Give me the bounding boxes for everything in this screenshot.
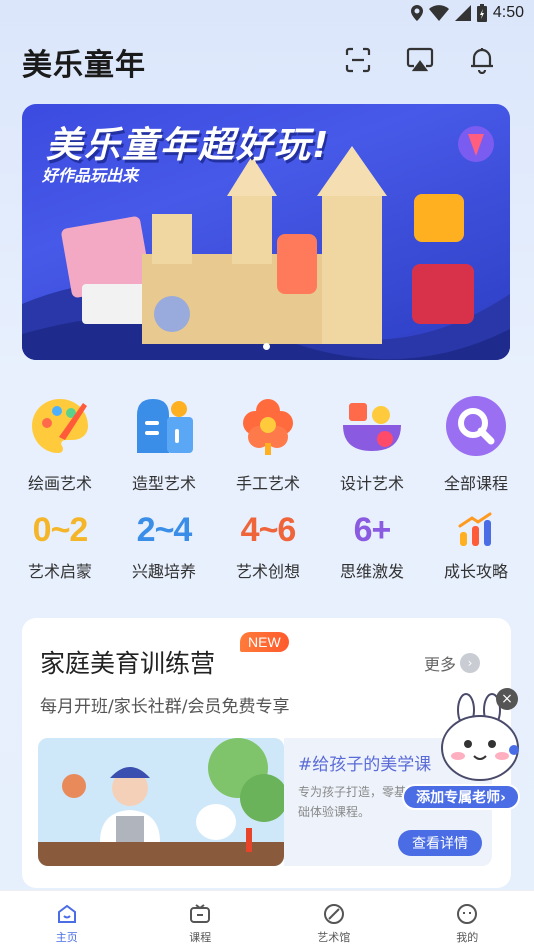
banner-pagination	[22, 343, 510, 350]
card-subtitle: 每月开班/家长社群/会员免费专享	[40, 697, 290, 717]
promo-banner[interactable]: 美乐童年超好玩! 好作品玩出来	[22, 104, 510, 360]
close-float-button[interactable]: ×	[496, 688, 518, 710]
category-label: 设计艺术	[339, 474, 404, 493]
top-bar: 美乐童年	[0, 34, 534, 86]
add-teacher-button[interactable]: 添加专属老师›	[402, 784, 520, 810]
chevron-right-icon: ›	[460, 653, 481, 673]
search-icon	[446, 396, 506, 456]
category-label: 造型艺术	[131, 474, 196, 493]
age-range: 6+	[353, 510, 392, 549]
tv-icon	[190, 904, 211, 923]
growth-chart-icon	[458, 512, 492, 546]
banner-subtitle: 好作品玩出来	[42, 166, 139, 185]
tab-label: 艺术馆	[317, 931, 351, 944]
view-details-button[interactable]: 查看详情	[398, 830, 482, 856]
tab-label: 主页	[55, 931, 78, 944]
growth-guide[interactable]: 成长攻略	[426, 508, 526, 582]
tab-profile[interactable]: 我的	[417, 891, 517, 950]
tab-home[interactable]: 主页	[17, 891, 117, 950]
tab-label: 我的	[456, 931, 479, 944]
category-label: 全部课程	[443, 474, 508, 493]
age-range: 0~2	[32, 510, 89, 549]
scan-button[interactable]	[340, 42, 376, 78]
age-group-0-2[interactable]: 0~2 艺术启蒙	[10, 508, 110, 582]
status-bar: 4:50	[0, 0, 534, 30]
age-label: 艺术启蒙	[27, 562, 92, 581]
pagination-dot-active	[262, 343, 270, 350]
location-icon	[410, 5, 423, 21]
age-range: 2~4	[136, 510, 193, 549]
banner-title: 美乐童年超好玩!	[46, 125, 331, 166]
growth-chart-icon-wrap	[456, 508, 496, 552]
flower-icon	[243, 399, 293, 455]
status-icons: 4:50	[410, 4, 524, 22]
app-title: 美乐童年	[22, 48, 146, 83]
palette-icon	[32, 399, 88, 453]
home-icon	[57, 904, 76, 923]
more-label: 更多	[424, 655, 457, 674]
category-label: 绘画艺术	[27, 474, 92, 493]
building-icon	[137, 399, 193, 453]
age-label: 成长攻略	[443, 562, 508, 581]
age-row: 0~2 艺术启蒙 2~4 兴趣培养 4~6 艺术创想 6+ 思维激发 成长攻略	[10, 494, 526, 582]
category-grid: 绘画艺术 造型艺术 手工艺术 设计艺术 全部课程 0~2 艺术启蒙 2~4 兴趣…	[10, 394, 526, 582]
leaf-icon	[323, 904, 344, 924]
age-range: 4~6	[240, 510, 297, 549]
bell-icon	[471, 48, 493, 74]
category-row: 绘画艺术 造型艺术 手工艺术 设计艺术 全部课程	[10, 394, 526, 494]
scan-icon	[345, 47, 371, 73]
bowl-icon	[343, 403, 401, 451]
tab-courses[interactable]: 课程	[150, 891, 250, 950]
age-group-6-plus[interactable]: 6+ 思维激发	[322, 508, 422, 582]
card-title: 家庭美育训练营	[40, 649, 216, 678]
category-painting[interactable]: 绘画艺术	[10, 394, 110, 494]
tab-art-gallery[interactable]: 艺术馆	[284, 891, 384, 950]
face-icon	[457, 904, 478, 924]
age-label: 艺术创想	[235, 562, 300, 581]
wifi-icon	[428, 5, 449, 21]
age-label: 兴趣培养	[131, 562, 196, 581]
cast-button[interactable]	[402, 42, 438, 78]
course-video-thumbnail[interactable]	[38, 738, 284, 866]
age-group-2-4[interactable]: 2~4 兴趣培养	[114, 508, 214, 582]
age-group-4-6[interactable]: 4~6 艺术创想	[218, 508, 318, 582]
signal-icon	[454, 5, 471, 21]
bottom-tab-bar: 主页 课程 艺术馆 我的	[0, 890, 534, 950]
category-modeling[interactable]: 造型艺术	[114, 394, 214, 494]
age-label: 思维激发	[339, 562, 404, 581]
category-design[interactable]: 设计艺术	[322, 394, 422, 494]
status-time: 4:50	[492, 4, 524, 21]
category-label: 手工艺术	[235, 474, 300, 493]
category-all-courses[interactable]: 全部课程	[426, 394, 526, 494]
cast-icon	[406, 47, 434, 72]
category-handcraft[interactable]: 手工艺术	[218, 394, 318, 494]
promo-description: 专为孩子打造，零基础体验课程。	[298, 785, 407, 819]
close-icon: ×	[501, 691, 513, 707]
new-badge: NEW	[240, 632, 289, 652]
teacher-illustration	[38, 738, 284, 866]
more-link[interactable]: 更多 ›	[424, 651, 481, 675]
battery-icon	[476, 4, 487, 22]
tab-label: 课程	[189, 931, 212, 944]
notification-button[interactable]	[464, 42, 500, 78]
